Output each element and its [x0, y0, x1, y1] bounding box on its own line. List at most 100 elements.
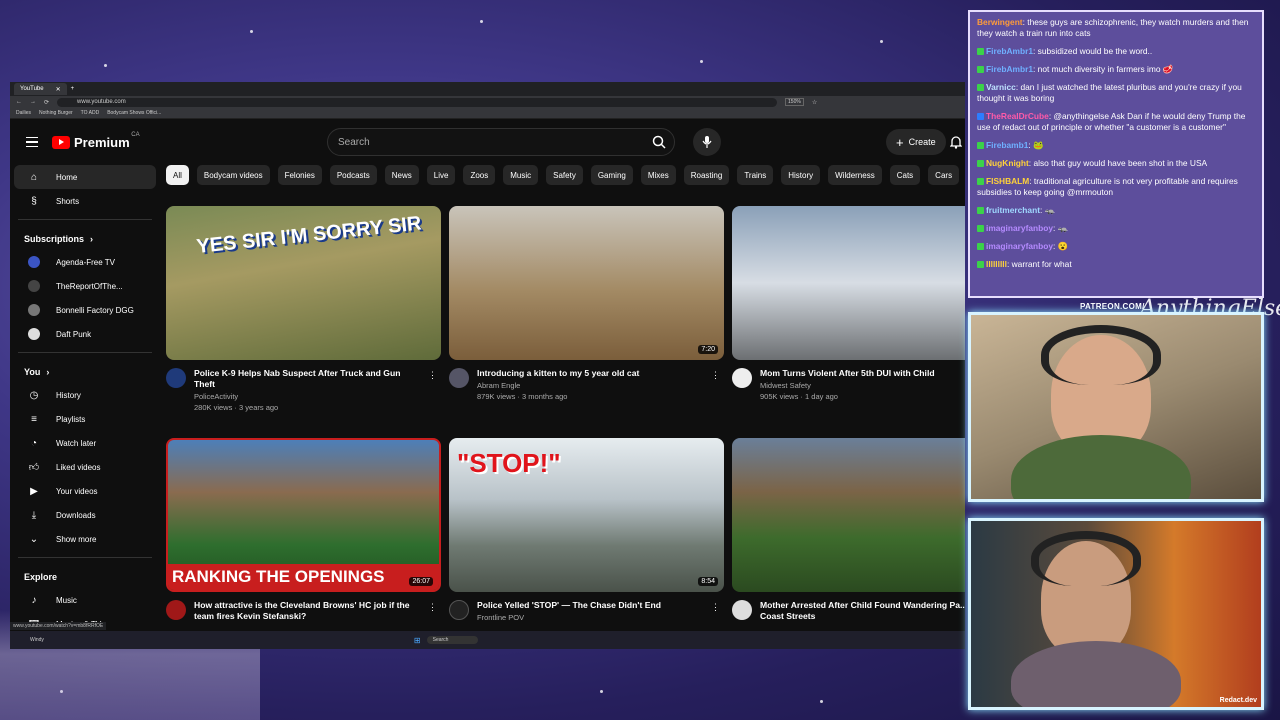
video-title[interactable]: How attractive is the Cleveland Browns' …: [194, 600, 422, 622]
video-card[interactable]: YES SIR I'M SORRY SIR Police K-9 Helps N…: [166, 206, 441, 412]
chat-username[interactable]: FISHBALM: [986, 176, 1029, 186]
channel-avatar[interactable]: [449, 368, 469, 388]
sidebar-item-subscription[interactable]: Bonnelli Factory DGG: [14, 298, 156, 322]
back-icon[interactable]: ←: [16, 99, 22, 105]
chat-username[interactable]: Berwingent: [977, 17, 1023, 27]
chat-username[interactable]: NugKnight: [986, 158, 1029, 168]
channel-name[interactable]: Abram Engle: [477, 381, 705, 390]
video-card[interactable]: 7:20 Introducing a kitten to my 5 year o…: [449, 206, 724, 401]
video-title[interactable]: Mom Turns Violent After 5th DUI with Chi…: [760, 368, 965, 379]
reload-icon[interactable]: ⟳: [44, 99, 49, 106]
channel-avatar[interactable]: [449, 600, 469, 620]
mic-icon[interactable]: [693, 128, 721, 156]
video-title[interactable]: Introducing a kitten to my 5 year old ca…: [477, 368, 705, 379]
chat-username[interactable]: lllllllll: [986, 259, 1007, 269]
channel-avatar[interactable]: [166, 600, 186, 620]
chat-username[interactable]: FirebAmbr1: [986, 46, 1033, 56]
more-options-icon[interactable]: ⋮: [711, 370, 720, 381]
search-input[interactable]: Search: [327, 128, 675, 156]
chip-all[interactable]: All: [166, 165, 189, 185]
chat-username[interactable]: imaginaryfanboy: [986, 223, 1053, 233]
video-card[interactable]: Mother Arrested After Child Found Wander…: [732, 438, 965, 622]
bookmark-item[interactable]: Dailies: [16, 110, 31, 116]
close-icon[interactable]: ✕: [56, 86, 61, 93]
menu-icon[interactable]: [26, 134, 38, 151]
chip[interactable]: Music: [503, 165, 539, 185]
sidebar-item-liked-videos[interactable]: 👍︎ Liked videos: [14, 455, 156, 479]
sidebar-item-subscription[interactable]: TheReportOfThe...: [14, 274, 156, 298]
channel-name[interactable]: PoliceActivity: [194, 392, 422, 401]
taskbar-search[interactable]: Search: [426, 636, 479, 644]
weather-widget[interactable]: Windy: [30, 637, 44, 643]
sidebar-item-playlists[interactable]: ≡ Playlists: [14, 407, 156, 431]
channel-avatar[interactable]: [732, 368, 752, 388]
more-options-icon[interactable]: ⋮: [711, 602, 720, 613]
chip[interactable]: Zoos: [463, 165, 496, 185]
new-tab-icon[interactable]: +: [71, 86, 75, 92]
chat-username[interactable]: imaginaryfanboy: [986, 241, 1053, 251]
video-thumbnail[interactable]: [732, 206, 965, 360]
chip[interactable]: Wilderness: [828, 165, 882, 185]
video-title[interactable]: Mother Arrested After Child Found Wander…: [760, 600, 965, 622]
video-thumbnail[interactable]: [732, 438, 965, 592]
chip[interactable]: Podcasts: [329, 165, 377, 185]
chip[interactable]: Felonies: [277, 165, 322, 185]
chip[interactable]: Live: [426, 165, 456, 185]
video-thumbnail[interactable]: "STOP!" 8:54: [449, 438, 724, 592]
sidebar-item-watch-later[interactable]: ◔ Watch later: [14, 431, 156, 455]
sidebar-item-your-videos[interactable]: ▶ Your videos: [14, 479, 156, 503]
windows-start-icon[interactable]: ⊞: [414, 636, 421, 645]
sidebar-item-subscription[interactable]: Agenda-Free TV: [14, 250, 156, 274]
video-card[interactable]: Mom Turns Violent After 5th DUI with Chi…: [732, 206, 965, 401]
bookmark-item[interactable]: Nothing Burger: [39, 110, 73, 116]
channel-name[interactable]: Midwest Safety: [760, 381, 965, 390]
channel-avatar[interactable]: [732, 600, 752, 620]
create-button[interactable]: + Create: [886, 129, 946, 155]
subscriptions-heading[interactable]: Subscriptions ›: [10, 224, 160, 250]
video-title[interactable]: Police Yelled 'STOP' — The Chase Didn't …: [477, 600, 705, 611]
sidebar-item-downloads[interactable]: ⤓ Downloads: [14, 503, 156, 527]
video-title[interactable]: Police K-9 Helps Nab Suspect After Truck…: [194, 368, 422, 390]
chip[interactable]: Roasting: [683, 165, 730, 185]
chat-username[interactable]: FirebAmbr1: [986, 64, 1033, 74]
bookmark-item[interactable]: Bodycam Shows Offici...: [107, 110, 161, 116]
bookmark-item[interactable]: TO ADD: [81, 110, 100, 116]
more-options-icon[interactable]: ⋮: [428, 370, 437, 381]
chip[interactable]: Bodycam videos: [196, 165, 270, 185]
chip[interactable]: Cars: [928, 165, 960, 185]
chat-username[interactable]: Firebamb1: [986, 140, 1028, 150]
more-options-icon[interactable]: ⋮: [428, 602, 437, 613]
chip[interactable]: History: [781, 165, 821, 185]
chat-username[interactable]: TheRealDrCube: [986, 111, 1049, 121]
chat-username[interactable]: Varnicc: [986, 82, 1016, 92]
search-icon[interactable]: [652, 135, 666, 149]
sidebar-item-music[interactable]: ♪ Music: [14, 588, 156, 612]
chip[interactable]: Cats: [889, 165, 921, 185]
sidebar-item-history[interactable]: ◷ History: [14, 383, 156, 407]
chat-username[interactable]: fruitmerchant: [986, 205, 1040, 215]
url-field[interactable]: www.youtube.com: [57, 97, 778, 107]
channel-name[interactable]: Frontline POV: [477, 613, 705, 622]
bell-icon[interactable]: [950, 135, 962, 149]
sidebar-item-home[interactable]: ⌂ Home: [14, 165, 156, 189]
video-card[interactable]: RANKING THE OPENINGS 26:07 How attractiv…: [166, 438, 441, 622]
you-heading[interactable]: You ›: [10, 357, 160, 383]
chip[interactable]: Trains: [737, 165, 774, 185]
video-thumbnail[interactable]: RANKING THE OPENINGS 26:07: [166, 438, 441, 592]
video-card[interactable]: "STOP!" 8:54 Police Yelled 'STOP' — The …: [449, 438, 724, 622]
chip[interactable]: Mixes: [640, 165, 676, 185]
forward-icon[interactable]: →: [30, 99, 36, 105]
sidebar-item-shorts[interactable]: § Shorts: [14, 189, 156, 213]
browser-tab[interactable]: YouTube ✕: [14, 83, 67, 95]
sidebar-item-subscription[interactable]: Daft Punk: [14, 322, 156, 346]
video-thumbnail[interactable]: 7:20: [449, 206, 724, 360]
chip[interactable]: News: [384, 165, 419, 185]
video-thumbnail[interactable]: YES SIR I'M SORRY SIR: [166, 206, 441, 360]
zoom-level[interactable]: 150%: [785, 98, 804, 106]
sidebar-item-show-more[interactable]: ⌄ Show more: [14, 527, 156, 551]
youtube-logo[interactable]: Premium CA: [52, 132, 140, 150]
chip[interactable]: Safety: [546, 165, 583, 185]
bookmark-star-icon[interactable]: ☆: [812, 99, 817, 106]
channel-avatar[interactable]: [166, 368, 186, 388]
chip[interactable]: Gaming: [590, 165, 633, 185]
